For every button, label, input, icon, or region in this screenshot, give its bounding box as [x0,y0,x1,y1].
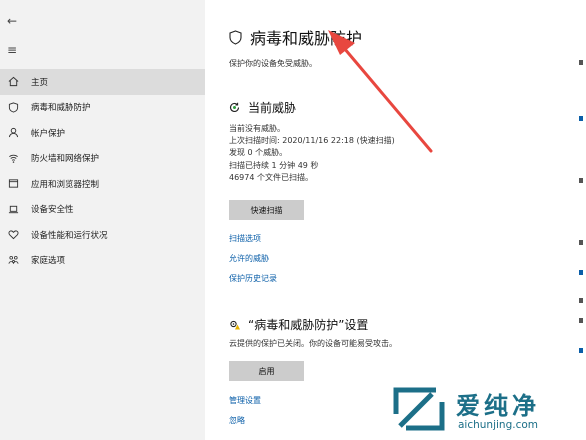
clipped-link [579,116,583,121]
watermark-brand: 爱纯净 [456,392,540,420]
scan-info-line: 上次扫描时间: 2020/11/16 22:18 (快速扫描) [229,136,395,146]
sidebar-item-app-browser-control[interactable]: 应用和浏览器控制 [0,171,205,197]
protection-settings-description: 云提供的保护已关闭。你的设备可能易受攻击。 [229,339,397,348]
protection-settings-header: “病毒和威胁防护”设置 [229,316,368,333]
sidebar-item-label: 防火墙和网络保护 [31,154,100,165]
sidebar-item-device-performance[interactable]: 设备性能和运行状况 [0,222,205,248]
enable-button[interactable]: 启用 [229,361,304,381]
sidebar-item-label: 应用和浏览器控制 [31,179,100,190]
scan-options-link[interactable]: 扫描选项 [229,233,261,244]
watermark-url: aichunjing.com [458,419,539,431]
back-button[interactable]: ← [7,14,17,28]
page-subtitle: 保护你的设备免受威胁。 [229,59,317,68]
sidebar: ← ≡ 主页 病毒和威胁防护 帐户保护 防火墙和网络保护 应用和浏览器控制 设备… [0,0,205,440]
family-icon [7,254,19,266]
watermark: 爱纯净 aichunjing.com [392,384,586,440]
heart-icon [7,229,19,241]
hamburger-menu-button[interactable]: ≡ [7,43,17,57]
scan-info-line: 扫描已持续 1 分钟 49 秒 [229,160,319,170]
manage-settings-link[interactable]: 管理设置 [229,395,261,406]
sidebar-item-label: 帐户保护 [31,128,66,139]
sidebar-item-family-options[interactable]: 家庭选项 [0,248,205,274]
sidebar-item-label: 病毒和威胁防护 [31,103,91,114]
quick-scan-button[interactable]: 快速扫描 [229,200,304,220]
sidebar-item-account-protection[interactable]: 帐户保护 [0,120,205,146]
refresh-shield-icon [229,102,240,112]
sidebar-item-label: 家庭选项 [31,256,66,267]
home-icon [7,76,19,88]
clipped-link [579,270,583,275]
protection-settings-title: “病毒和威胁防护”设置 [248,318,369,332]
page-title: 病毒和威胁防护 [250,29,363,48]
dismiss-link[interactable]: 忽略 [229,415,245,426]
sidebar-item-device-security[interactable]: 设备安全性 [0,197,205,223]
page-header: 病毒和威胁防护 [229,25,362,49]
sidebar-item-virus-protection[interactable]: 病毒和威胁防护 [0,95,205,121]
watermark-logo-icon [393,387,445,431]
allowed-threats-link[interactable]: 允许的威胁 [229,253,269,264]
sidebar-item-label: 主页 [31,77,49,88]
scan-info-line: 当前没有威胁。 [229,124,285,133]
current-threats-header: 当前威胁 [229,99,296,116]
window-icon [7,178,19,190]
laptop-icon [7,203,19,215]
main-content: 病毒和威胁防护 保护你的设备免受威胁。 当前威胁 当前没有威胁。 上次扫描时间:… [205,0,586,440]
clipped-text [579,318,583,323]
scan-info-line: 46974 个文件已扫描。 [229,172,313,182]
settings-warning-icon [230,320,240,330]
sidebar-item-label: 设备安全性 [31,205,74,216]
person-icon [7,127,19,139]
clipped-text [579,240,583,245]
clipped-link [579,348,583,353]
scan-info-line: 发现 0 个威胁。 [229,148,288,158]
clipped-text [579,298,583,303]
sidebar-nav: 主页 病毒和威胁防护 帐户保护 防火墙和网络保护 应用和浏览器控制 设备安全性 … [0,69,205,273]
sidebar-item-firewall[interactable]: 防火墙和网络保护 [0,146,205,172]
clipped-text [579,178,583,183]
scan-info: 当前没有威胁。 上次扫描时间: 2020/11/16 22:18 (快速扫描) … [229,123,395,184]
protection-history-link[interactable]: 保护历史记录 [229,273,277,284]
current-threats-title: 当前威胁 [248,101,297,115]
sidebar-item-home[interactable]: 主页 [0,69,205,95]
clipped-text [579,60,583,65]
sidebar-item-label: 设备性能和运行状况 [31,230,108,241]
wifi-icon [7,152,19,164]
shield-icon [7,101,19,113]
right-column-clipped [577,0,586,440]
shield-icon [229,29,242,45]
